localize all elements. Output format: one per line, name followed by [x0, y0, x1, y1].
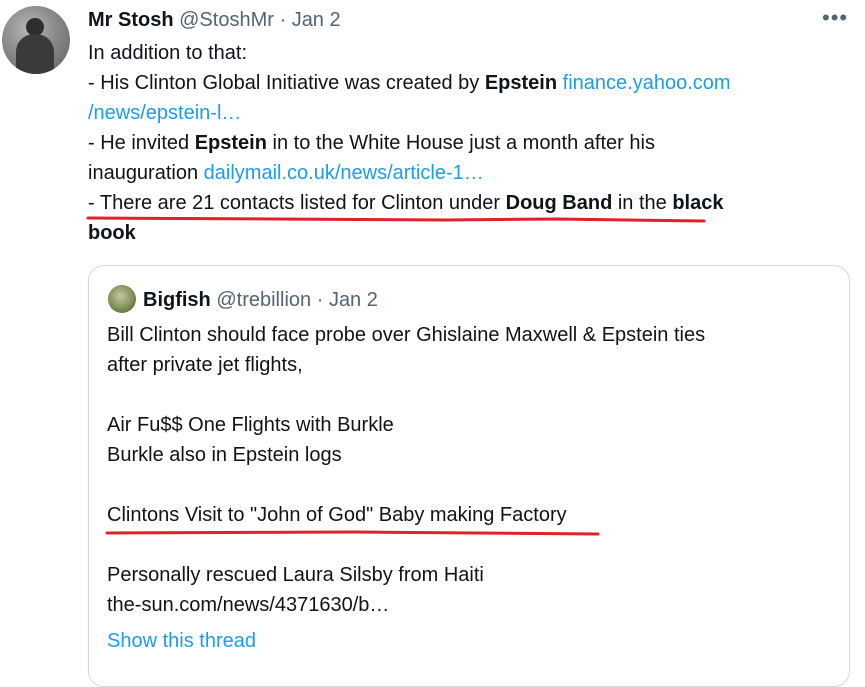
text-segment: inauguration: [88, 162, 204, 184]
red-underline-annotation: [86, 216, 706, 223]
quoted-tweet-header: Bigfish @trebillion · Jan 2: [143, 286, 378, 314]
quote-line: Air Fu$$ One Flights with Burkle: [107, 414, 394, 436]
quote-line: the-sun.com/news/4371630/b…: [107, 594, 390, 616]
avatar-figure-body: [16, 34, 54, 74]
quote-line: Burkle also in Epstein logs: [107, 444, 342, 466]
tweet-line: In addition to that:: [88, 38, 828, 68]
dailymail-link[interactable]: dailymail.co.uk/news/article-1…: [204, 162, 484, 184]
yahoo-link-continued[interactable]: /news/epstein-l…: [88, 102, 241, 124]
quoted-display-name[interactable]: Bigfish: [143, 289, 211, 311]
separator: ·: [279, 9, 287, 31]
tweet-line: inauguration dailymail.co.uk/news/articl…: [88, 158, 828, 188]
more-options-icon[interactable]: •••: [822, 4, 848, 32]
bold-text: Doug Band: [505, 192, 613, 214]
quote-line: Bill Clinton should face probe over Ghis…: [107, 324, 706, 346]
quote-line: after private jet flights,: [107, 354, 303, 376]
quoted-handle[interactable]: @trebillion: [216, 289, 311, 311]
quoted-avatar[interactable]: [108, 285, 136, 313]
quote-line: Clintons Visit to "John of God" Baby mak…: [107, 504, 567, 526]
avatar[interactable]: [2, 6, 70, 74]
quote-line: Personally rescued Laura Silsby from Hai…: [107, 564, 484, 586]
bold-text: Epstein: [484, 72, 558, 94]
quoted-tweet-text: Bill Clinton should face probe over Ghis…: [107, 320, 827, 620]
tweet-line: - He invited Epstein in to the White Hou…: [88, 128, 828, 158]
handle[interactable]: @StoshMr: [179, 9, 274, 31]
separator: ·: [316, 289, 324, 311]
tweet-line: - His Clinton Global Initiative was crea…: [88, 68, 828, 98]
show-thread-link[interactable]: Show this thread: [107, 627, 256, 655]
text-segment: In addition to that:: [88, 42, 248, 64]
quoted-timestamp[interactable]: Jan 2: [329, 289, 378, 311]
text-segment: - His Clinton Global Initiative was crea…: [88, 72, 485, 94]
bold-text: book: [88, 222, 136, 244]
text-segment: - There are 21 contacts listed for Clint…: [88, 192, 506, 214]
text-segment: in to the White House just a month after…: [266, 132, 655, 154]
display-name[interactable]: Mr Stosh: [88, 9, 174, 31]
timestamp[interactable]: Jan 2: [292, 9, 341, 31]
tweet-line: /news/epstein-l…: [88, 98, 828, 128]
bold-text: black: [672, 192, 724, 214]
text-segment: in the: [612, 192, 673, 214]
yahoo-link[interactable]: finance.yahoo.com: [563, 72, 731, 94]
bold-text: Epstein: [194, 132, 267, 154]
tweet-header: Mr Stosh @StoshMr · Jan 2: [88, 6, 341, 34]
text-segment: - He invited: [88, 132, 195, 154]
red-underline-annotation: [105, 530, 600, 536]
tweet-line: - There are 21 contacts listed for Clint…: [88, 188, 828, 218]
